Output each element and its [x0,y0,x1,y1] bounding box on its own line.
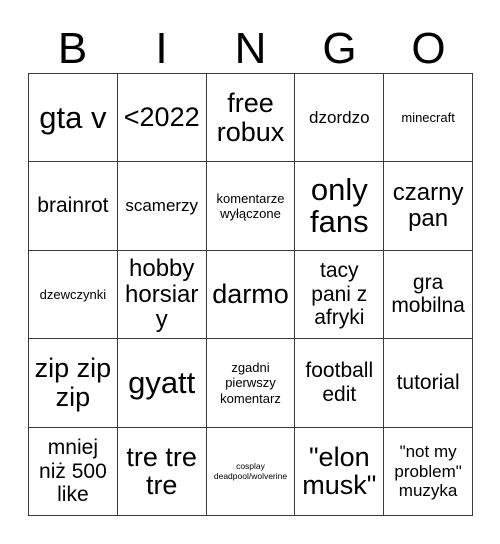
bingo-header-column-b: B [28,14,117,73]
bingo-cell[interactable]: tacy pani z afryki [295,250,385,340]
bingo-cell-label: mniej niż 500 like [39,436,107,507]
bingo-cell-label: gra mobilna [391,270,465,318]
bingo-header-letter: I [155,24,168,73]
bingo-header-column-i: I [117,14,206,73]
bingo-cell-label: brainrot [37,194,109,218]
bingo-cell-label: hobby horsiary [125,254,199,334]
bingo-cell-label: only fans [309,171,369,240]
bingo-cell-label: "elon musk" [302,441,377,501]
bingo-cell[interactable]: gta v [29,74,118,163]
bingo-header-letter: B [57,24,88,73]
bingo-cell[interactable]: <2022 [117,74,207,163]
bingo-cell[interactable]: komentarze wyłączone [206,162,296,251]
bingo-cell[interactable]: football edit [295,339,385,428]
bingo-cell[interactable]: free robux [206,74,296,163]
bingo-cell[interactable]: gra mobilna [384,250,473,340]
bingo-cell-label: free robux [216,88,285,147]
bingo-grid: gta v <2022 free robux dzordzo minecraft… [28,73,473,516]
bingo-header-letter: G [322,24,357,73]
bingo-cell-label: gyatt [128,364,196,400]
bingo-cell[interactable]: "elon musk" [295,427,385,516]
bingo-cell-label: gta v [39,99,107,135]
bingo-cell-label: tutorial [396,371,460,395]
bingo-cell[interactable]: hobby horsiary [117,250,207,340]
bingo-header-column-n: N [206,14,295,73]
bingo-cell-label: zip zip zip [34,353,112,412]
bingo-cell[interactable]: scamerzy [117,162,207,251]
bingo-cell[interactable]: czarny pan [384,162,473,251]
bingo-cell[interactable]: zip zip zip [29,339,118,428]
bingo-cell-label: scamerzy [125,196,199,216]
bingo-header-letter: O [411,24,446,73]
bingo-cell[interactable]: tutorial [384,339,473,428]
bingo-header-letter: N [234,24,267,73]
bingo-cell-label: tre tre tre [126,441,197,501]
bingo-cell-label: dzewczynki [39,286,107,302]
bingo-cell-label: tacy pani z afryki [311,259,368,330]
bingo-cell[interactable]: darmo [206,250,296,340]
bingo-cell-label: komentarze wyłączone [216,190,285,222]
bingo-header: B I N G O [28,14,473,73]
bingo-card: B I N G O gta v <2022 free robux dzordzo… [0,0,500,544]
bingo-cell[interactable]: gyatt [117,339,207,428]
bingo-cell-label: darmo [212,279,289,310]
bingo-cell[interactable]: dzewczynki [29,250,118,340]
bingo-cell-label: dzordzo [309,108,370,127]
bingo-cell[interactable]: cosplay deadpool/wolverine [206,427,296,516]
bingo-cell-label: czarny pan [392,179,464,233]
bingo-header-column-g: G [295,14,384,73]
bingo-cell-label: football edit [305,359,374,406]
bingo-cell[interactable]: brainrot [29,162,118,251]
bingo-cell[interactable]: minecraft [384,74,473,163]
bingo-cell-label: zgadni pierwszy komentarz [220,359,281,406]
bingo-cell[interactable]: mniej niż 500 like [29,427,118,516]
bingo-cell[interactable]: "not my problem" muzyka [384,427,473,516]
bingo-cell[interactable]: only fans [295,162,385,251]
bingo-cell-label: cosplay deadpool/wolverine [213,461,288,482]
bingo-header-column-o: O [384,14,473,73]
bingo-cell[interactable]: tre tre tre [117,427,207,516]
bingo-cell-label: "not my problem" muzyka [394,442,462,500]
bingo-cell-label: minecraft [401,110,455,126]
bingo-cell[interactable]: dzordzo [295,74,385,163]
bingo-cell[interactable]: zgadni pierwszy komentarz [206,339,296,428]
bingo-cell-label: <2022 [123,102,200,133]
